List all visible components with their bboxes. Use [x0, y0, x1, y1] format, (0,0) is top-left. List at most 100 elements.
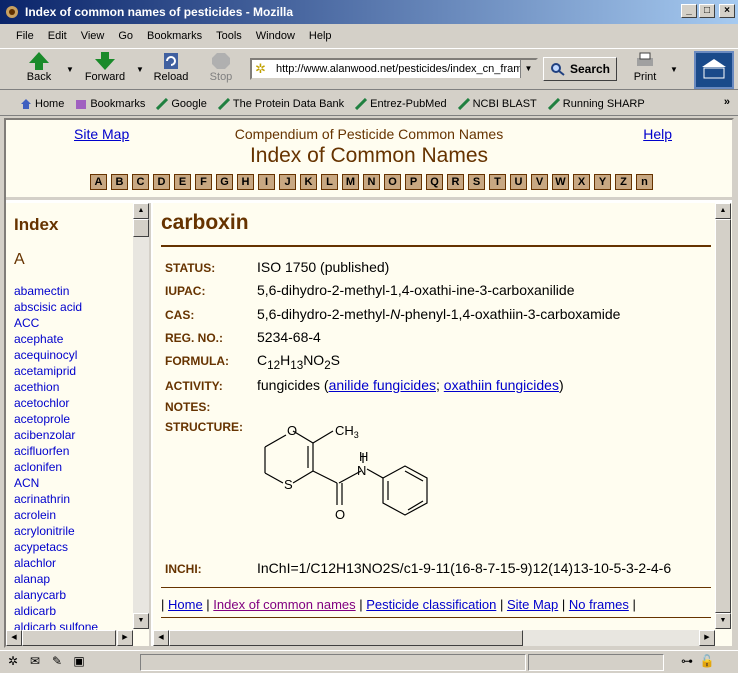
- letter-button-k[interactable]: K: [300, 174, 317, 190]
- detail-vertical-scrollbar[interactable]: ▲ ▼: [715, 203, 731, 629]
- mail-icon[interactable]: ✉: [26, 654, 44, 670]
- menu-edit[interactable]: Edit: [48, 30, 67, 42]
- scroll-up-arrow[interactable]: ▲: [715, 203, 731, 219]
- index-item[interactable]: alanycarb: [14, 587, 98, 603]
- browser-logo[interactable]: [694, 51, 734, 89]
- letter-button-c[interactable]: C: [132, 174, 149, 190]
- letter-button-g[interactable]: G: [216, 174, 233, 190]
- url-field[interactable]: ✲ http://www.alanwood.net/pesticides/ind…: [250, 58, 538, 80]
- scroll-right-arrow[interactable]: ▶: [117, 630, 133, 646]
- letter-button-p[interactable]: P: [405, 174, 422, 190]
- letter-button-m[interactable]: M: [342, 174, 359, 190]
- letter-button-v[interactable]: V: [531, 174, 548, 190]
- help-link[interactable]: Help: [643, 126, 672, 142]
- bookmark-running-sharp[interactable]: Running SHARP: [547, 97, 645, 110]
- letter-button-q[interactable]: Q: [426, 174, 443, 190]
- letter-button-j[interactable]: J: [279, 174, 296, 190]
- bookmark-ncbi-blast[interactable]: NCBI BLAST: [457, 97, 537, 110]
- letter-button-z[interactable]: Z: [615, 174, 632, 190]
- index-item[interactable]: acibenzolar: [14, 427, 98, 443]
- close-button[interactable]: ×: [719, 4, 735, 18]
- scroll-thumb[interactable]: [169, 630, 523, 646]
- print-button[interactable]: Print: [620, 51, 670, 89]
- search-button[interactable]: Search: [543, 57, 617, 81]
- bookmark-home[interactable]: Home: [20, 98, 64, 110]
- maximize-button[interactable]: □: [699, 4, 715, 18]
- letter-button-s[interactable]: S: [468, 174, 485, 190]
- scroll-up-arrow[interactable]: ▲: [133, 203, 149, 219]
- index-item[interactable]: ACN: [14, 475, 98, 491]
- letter-button-n[interactable]: n: [636, 174, 653, 190]
- site-map-link[interactable]: Site Map: [74, 126, 129, 142]
- bookmark-protein-data-bank[interactable]: The Protein Data Bank: [217, 97, 344, 110]
- scroll-left-arrow[interactable]: ◀: [153, 630, 169, 646]
- letter-button-i[interactable]: I: [258, 174, 275, 190]
- menu-go[interactable]: Go: [118, 30, 133, 42]
- index-item[interactable]: aldicarb: [14, 603, 98, 619]
- stop-button[interactable]: Stop: [196, 51, 246, 89]
- letter-button-l[interactable]: L: [321, 174, 338, 190]
- minimize-button[interactable]: _: [681, 4, 697, 18]
- index-item[interactable]: acetochlor: [14, 395, 98, 411]
- footer-classification-link[interactable]: Pesticide classification: [366, 597, 496, 612]
- index-horizontal-scrollbar[interactable]: ◀ ▶: [6, 630, 133, 646]
- letter-button-f[interactable]: F: [195, 174, 212, 190]
- back-button[interactable]: Back: [14, 51, 64, 89]
- address-book-icon[interactable]: ▣: [70, 654, 88, 670]
- letter-button-t[interactable]: T: [489, 174, 506, 190]
- url-dropdown[interactable]: ▼: [520, 60, 536, 78]
- reload-button[interactable]: Reload: [146, 51, 196, 89]
- scroll-thumb[interactable]: [715, 219, 731, 613]
- navigator-icon[interactable]: ✲: [4, 654, 22, 670]
- letter-button-e[interactable]: E: [174, 174, 191, 190]
- letter-button-r[interactable]: R: [447, 174, 464, 190]
- bookmark-bookmarks[interactable]: Bookmarks: [75, 98, 145, 110]
- index-item[interactable]: acrolein: [14, 507, 98, 523]
- letter-button-o[interactable]: O: [384, 174, 401, 190]
- anilide-fungicides-link[interactable]: anilide fungicides: [329, 377, 436, 393]
- index-item[interactable]: acypetacs: [14, 539, 98, 555]
- index-item[interactable]: aclonifen: [14, 459, 98, 475]
- back-dropdown[interactable]: ▼: [66, 65, 74, 74]
- letter-button-d[interactable]: D: [153, 174, 170, 190]
- index-item[interactable]: ACC: [14, 315, 98, 331]
- index-item[interactable]: acethion: [14, 379, 98, 395]
- letter-button-w[interactable]: W: [552, 174, 569, 190]
- scroll-thumb[interactable]: [133, 219, 149, 237]
- index-item[interactable]: acrinathrin: [14, 491, 98, 507]
- scroll-thumb[interactable]: [22, 630, 116, 646]
- online-icon[interactable]: ⊶: [678, 654, 696, 670]
- index-item[interactable]: acifluorfen: [14, 443, 98, 459]
- letter-button-u[interactable]: U: [510, 174, 527, 190]
- letter-button-a[interactable]: A: [90, 174, 107, 190]
- index-vertical-scrollbar[interactable]: ▲ ▼: [133, 203, 149, 629]
- menu-view[interactable]: View: [81, 30, 105, 42]
- scroll-left-arrow[interactable]: ◀: [6, 630, 22, 646]
- letter-button-y[interactable]: Y: [594, 174, 611, 190]
- letter-button-h[interactable]: H: [237, 174, 254, 190]
- security-lock-icon[interactable]: 🔓: [698, 654, 716, 670]
- footer-home-link[interactable]: Home: [168, 597, 203, 612]
- index-item[interactable]: alachlor: [14, 555, 98, 571]
- footer-index-link[interactable]: Index of common names: [213, 597, 355, 612]
- footer-sitemap-link[interactable]: Site Map: [507, 597, 558, 612]
- bookmark-google[interactable]: Google: [156, 97, 207, 110]
- letter-button-b[interactable]: B: [111, 174, 128, 190]
- index-item[interactable]: acrylonitrile: [14, 523, 98, 539]
- index-item[interactable]: abscisic acid: [14, 299, 98, 315]
- oxathiin-fungicides-link[interactable]: oxathiin fungicides: [444, 377, 559, 393]
- menu-file[interactable]: File: [16, 30, 34, 42]
- bookmark-entrez-pubmed[interactable]: Entrez-PubMed: [355, 97, 447, 110]
- bookmarks-overflow-chevron[interactable]: »: [724, 96, 730, 108]
- index-item[interactable]: abamectin: [14, 283, 98, 299]
- scroll-down-arrow[interactable]: ▼: [715, 613, 731, 629]
- index-item[interactable]: alanap: [14, 571, 98, 587]
- letter-button-n[interactable]: N: [363, 174, 380, 190]
- detail-horizontal-scrollbar[interactable]: ◀ ▶: [153, 630, 715, 646]
- index-item[interactable]: acephate: [14, 331, 98, 347]
- scroll-down-arrow[interactable]: ▼: [133, 613, 149, 629]
- index-item[interactable]: acequinocyl: [14, 347, 98, 363]
- letter-button-x[interactable]: X: [573, 174, 590, 190]
- forward-button[interactable]: Forward: [80, 51, 130, 89]
- menu-tools[interactable]: Tools: [216, 30, 242, 42]
